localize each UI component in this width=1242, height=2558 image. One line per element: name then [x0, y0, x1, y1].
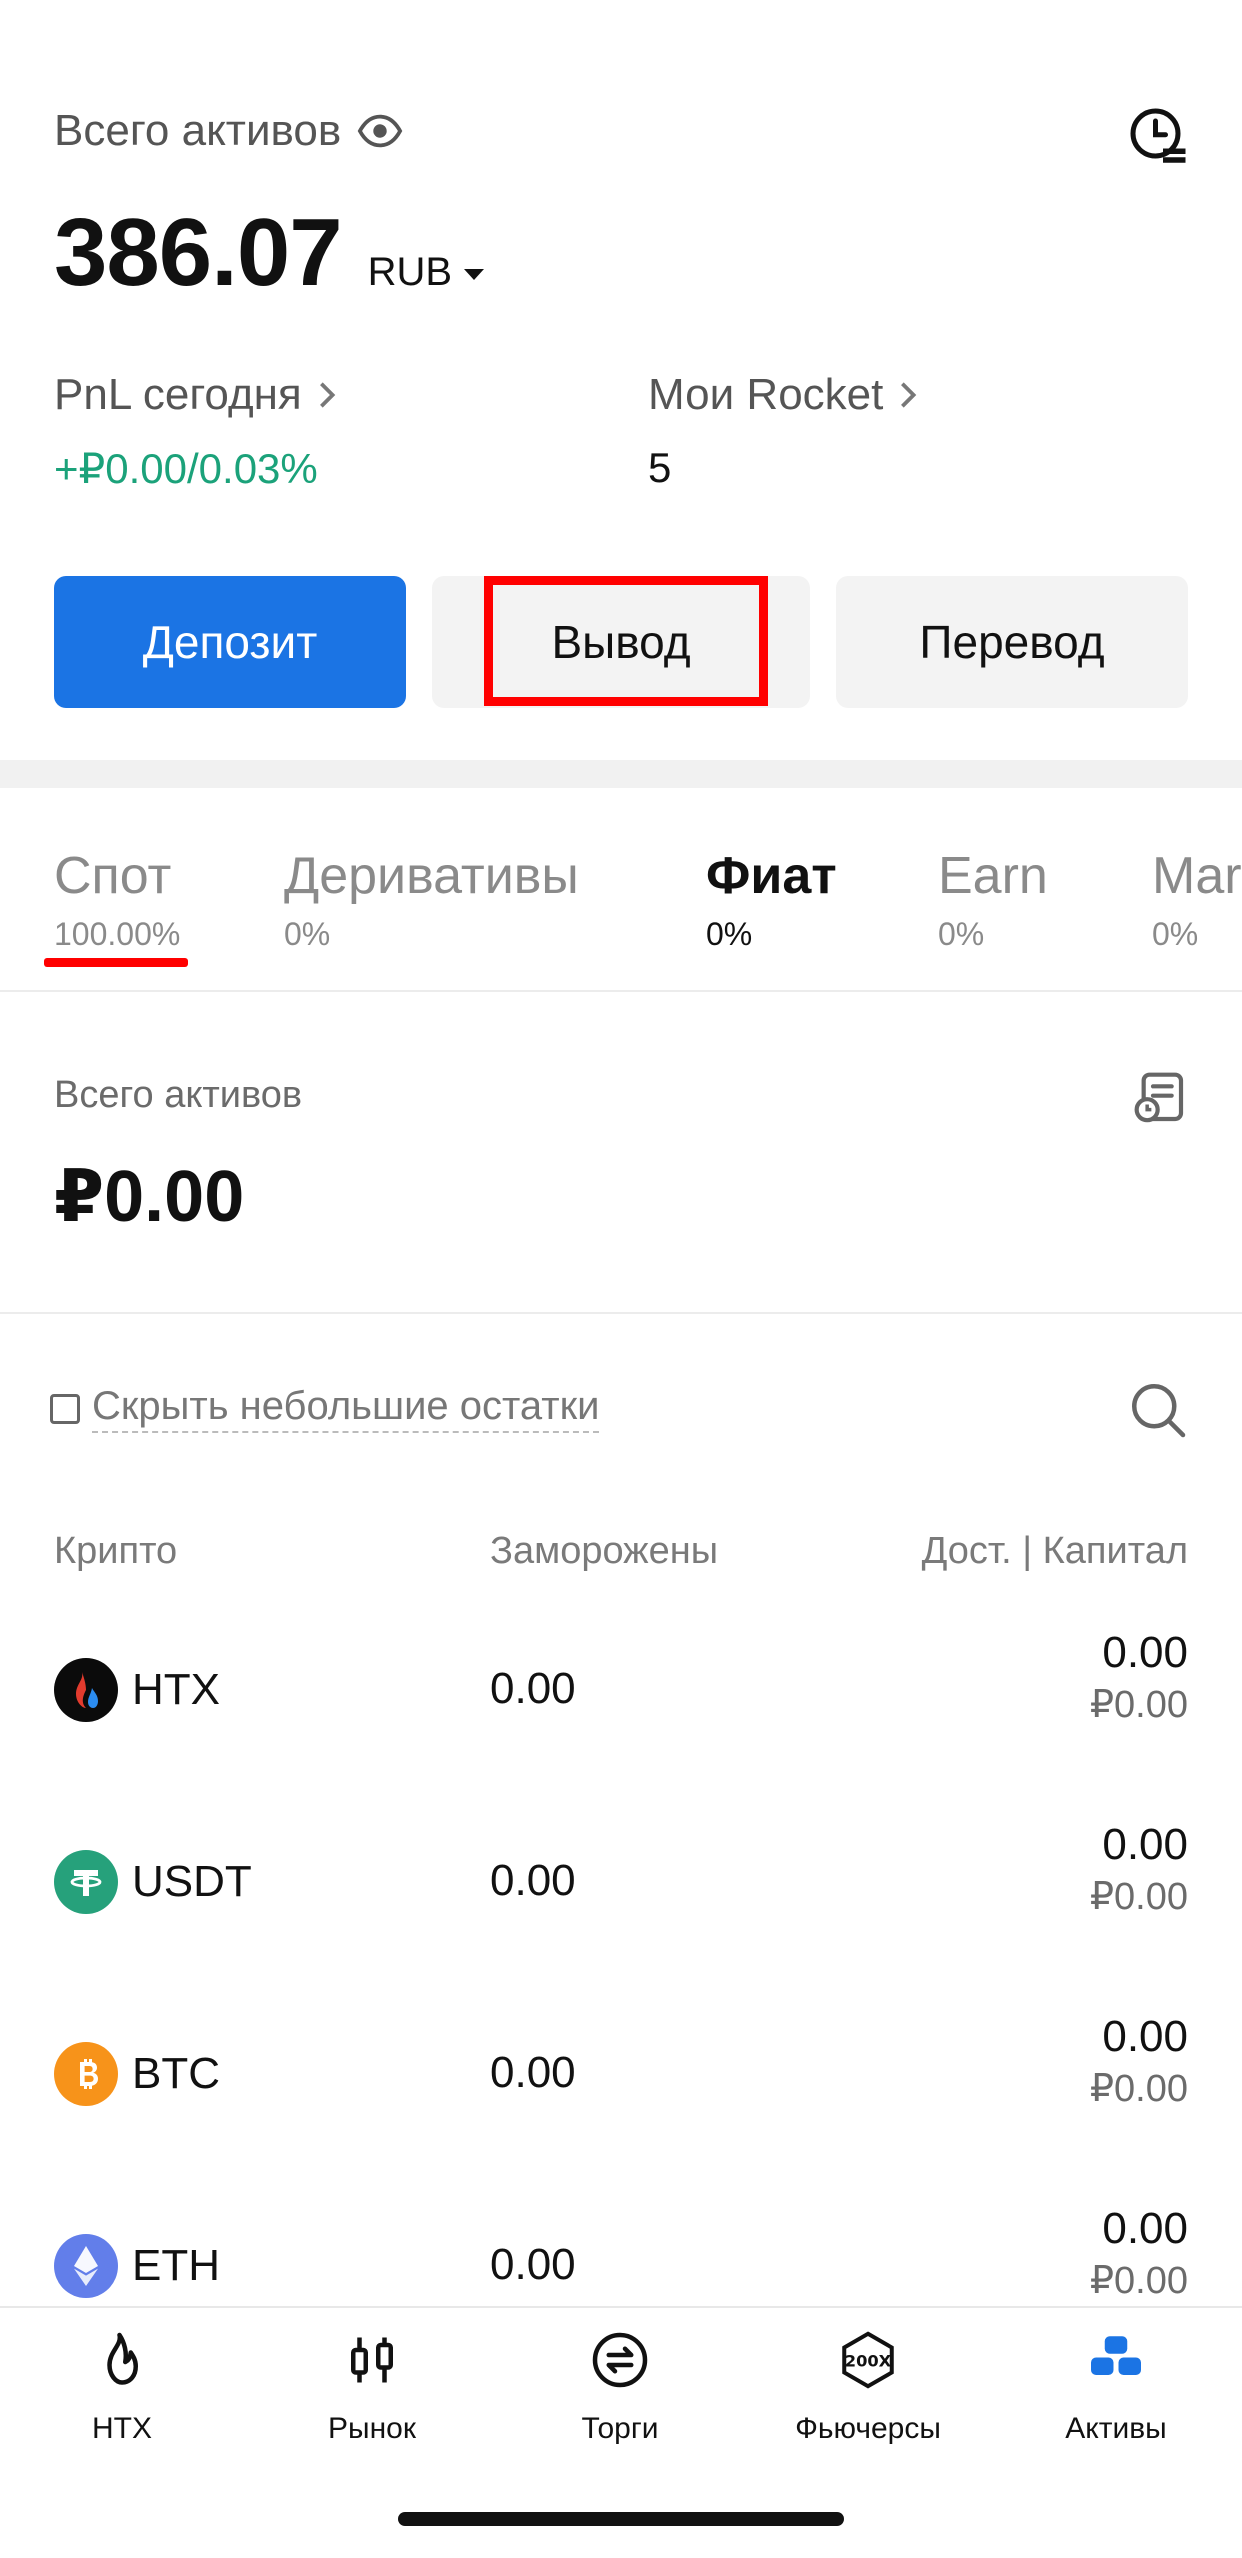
nav-label: Фьючерсы	[795, 2412, 941, 2445]
table-row[interactable]: USDT	[54, 1850, 252, 1914]
transfer-button[interactable]: Перевод	[836, 576, 1188, 708]
tab-percent: 0%	[1152, 916, 1199, 952]
row-frozen-value: 0.00	[490, 2240, 576, 2289]
coin-name: USDT	[132, 1857, 252, 1906]
available-amount: 0.00	[1102, 1820, 1188, 1869]
nav-market[interactable]: Рынок	[272, 2330, 472, 2446]
section-assets-value: ₽0.00	[54, 1157, 245, 1237]
pnl-label: PnL сегодня	[54, 370, 302, 419]
total-assets-label: Всего активов	[54, 106, 342, 155]
history-icon[interactable]	[1128, 106, 1188, 166]
summary-divider	[0, 1312, 1242, 1314]
tabs-divider	[0, 990, 1242, 992]
capital-value: ₽0.00	[1089, 1876, 1188, 1918]
available-amount: 0.00	[1102, 1628, 1188, 1677]
pnl-today-link[interactable]: PnL сегодня	[54, 370, 338, 420]
assets-icon	[1091, 2336, 1141, 2375]
search-icon[interactable]	[1128, 1380, 1188, 1440]
usdt-logo-icon	[54, 1850, 118, 1914]
deposit-button[interactable]: Депозит	[54, 576, 406, 708]
tab-label: Фиат	[706, 847, 837, 905]
row-frozen-value: 0.00	[490, 1664, 576, 1713]
tab-underline-highlight	[44, 958, 188, 967]
home-indicator	[398, 2512, 844, 2526]
capital-value: ₽0.00	[1089, 2068, 1188, 2110]
capital-value: ₽0.00	[1089, 1684, 1188, 1726]
tab-fiat[interactable]: Фиат 0%	[706, 846, 837, 953]
coin-name: BTC	[132, 2049, 220, 2098]
nav-futures[interactable]: 200X Фьючерсы	[768, 2330, 968, 2446]
available-amount: 0.00	[1102, 2204, 1188, 2253]
nav-trade[interactable]: Торги	[520, 2330, 720, 2446]
row-frozen-value: 0.00	[490, 2048, 576, 2097]
withdraw-highlight-box	[484, 576, 768, 706]
panel-top	[0, 788, 1242, 808]
section-assets-label: Всего активов	[54, 1074, 303, 1116]
rocket-label: Мои Rocket	[648, 370, 884, 419]
column-crypto: Крипто	[54, 1530, 178, 1572]
hide-small-balances[interactable]: Скрыть небольшие остатки	[50, 1384, 600, 1433]
candlestick-icon	[351, 2337, 393, 2383]
htx-logo-icon	[54, 1658, 118, 1722]
currency-label: RUB	[367, 250, 453, 294]
currency-selector[interactable]: RUB	[367, 250, 485, 295]
eth-logo-icon	[54, 2234, 118, 2298]
btc-logo-icon	[54, 2042, 118, 2106]
pnl-value: +₽0.00/0.03%	[54, 445, 318, 492]
row-available: 0.00 ₽0.00	[1090, 1628, 1188, 1727]
eye-icon[interactable]	[357, 108, 403, 154]
table-row[interactable]: HTX	[54, 1658, 220, 1722]
nav-label: Торги	[581, 2412, 659, 2445]
row-frozen-value: 0.00	[490, 1856, 576, 1905]
tab-derivatives[interactable]: Деривативы 0%	[284, 846, 579, 953]
my-rocket-link[interactable]: Мои Rocket	[648, 370, 919, 420]
chevron-right-icon	[901, 382, 917, 408]
coin-name: HTX	[132, 1665, 220, 1714]
exchange-icon	[592, 2332, 648, 2388]
column-frozen: Заморожены	[490, 1530, 719, 1572]
tab-label: Деривативы	[284, 847, 579, 905]
balance-value: 386.07	[54, 199, 343, 306]
hide-small-label: Скрыть небольшие остатки	[92, 1384, 600, 1433]
row-available: 0.00 ₽0.00	[1090, 2204, 1188, 2303]
row-available: 0.00 ₽0.00	[1090, 2012, 1188, 2111]
section-divider	[0, 760, 1242, 788]
tab-label: Mar	[1152, 847, 1242, 905]
capital-value: ₽0.00	[1089, 2260, 1188, 2302]
table-row[interactable]: BTC	[54, 2042, 220, 2106]
nav-label: Активы	[1065, 2412, 1167, 2445]
nav-label: Рынок	[328, 2412, 416, 2445]
tab-percent: 0%	[284, 916, 331, 952]
row-available: 0.00 ₽0.00	[1090, 1820, 1188, 1919]
tab-spot[interactable]: Спот 100.00%	[54, 846, 180, 953]
nav-assets[interactable]: Активы	[1016, 2330, 1216, 2446]
tab-label: Earn	[938, 847, 1048, 905]
available-amount: 0.00	[1102, 2012, 1188, 2061]
tab-percent: 0%	[938, 916, 985, 952]
hide-small-checkbox[interactable]	[50, 1393, 80, 1424]
nav-label: HTX	[92, 2412, 152, 2445]
futures-200x-icon: 200X	[842, 2331, 894, 2389]
table-row[interactable]: ETH	[54, 2234, 220, 2298]
rocket-value: 5	[648, 444, 672, 491]
svg-text:200X: 200X	[845, 2352, 892, 2371]
nav-htx[interactable]: HTX	[22, 2330, 222, 2446]
tab-earn[interactable]: Earn 0%	[938, 846, 1048, 953]
tab-percent: 0%	[706, 916, 753, 952]
tab-margin[interactable]: Mar 0%	[1152, 846, 1242, 953]
tab-label: Спот	[54, 847, 172, 905]
total-assets-header: Всего активов	[54, 106, 403, 156]
records-icon[interactable]	[1132, 1070, 1188, 1126]
flame-icon	[107, 2332, 138, 2385]
chevron-right-icon	[319, 382, 336, 408]
caret-down-icon	[464, 269, 485, 280]
coin-name: ETH	[132, 2241, 220, 2290]
column-available-capital: Дост. | Капитал	[921, 1530, 1188, 1572]
total-balance: 386.07 RUB	[54, 198, 485, 308]
tab-percent: 100.00%	[54, 916, 181, 952]
